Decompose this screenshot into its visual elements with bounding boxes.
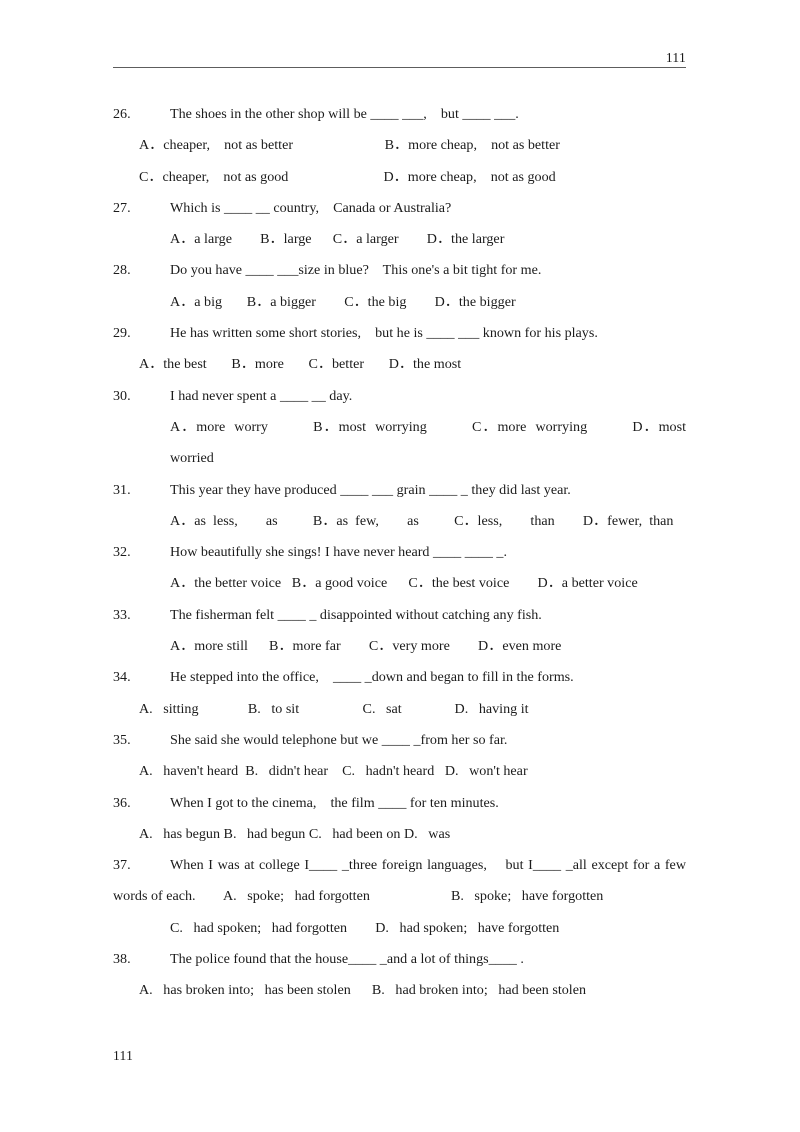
question-number: 31.	[113, 481, 131, 498]
question-stem: 29. He has written some short stories, bu…	[113, 318, 686, 349]
question-stem: 37. When I was at college I____ _three fo…	[113, 850, 686, 913]
question-number: 28.	[113, 262, 131, 279]
footer-page-number: 111	[113, 1048, 134, 1063]
option-row[interactable]: A. has broken into; has been stolen B. h…	[113, 975, 686, 1006]
question-number: 35.	[113, 731, 131, 748]
option-row[interactable]: A．cheaper, not as better B．more cheap, n…	[113, 130, 686, 161]
question-text: She said she would telephone but we ____…	[170, 731, 508, 748]
question-stem: 32. How beautifully she sings! I have nev…	[113, 537, 686, 568]
header-divider	[113, 67, 686, 68]
question-number: 32.	[113, 544, 131, 561]
option-row[interactable]: A．more still B．more far C．very more D．ev…	[113, 631, 686, 662]
question-number: 37.	[113, 857, 131, 874]
question-stem: 35. She said she would telephone but we _…	[113, 725, 686, 756]
document-page: 111 26. The shoes in the other shop will …	[0, 0, 800, 1132]
question-text: When I was at college I____ _three forei…	[113, 857, 690, 905]
question-number: 34.	[113, 669, 131, 686]
option-row[interactable]: A. sitting B. to sit C. sat D. having it	[113, 694, 686, 725]
option-row[interactable]: A．as less, as B．as few, as C．less, than …	[113, 506, 686, 537]
question-number: 36.	[113, 794, 131, 811]
question-stem: 33. The fisherman felt ____ _ disappointe…	[113, 600, 686, 631]
option-row[interactable]: A．a big B．a bigger C．the big D．the bigge…	[113, 287, 686, 318]
page-header: 111	[113, 50, 686, 76]
option-row[interactable]: C. had spoken; had forgotten D. had spok…	[113, 913, 686, 944]
question-stem: 36. When I got to the cinema, the film __…	[113, 788, 686, 819]
question-stem: 28. Do you have ____ ___size in blue? Thi…	[113, 255, 686, 286]
question-list: 26. The shoes in the other shop will be _…	[113, 99, 686, 1007]
question-number: 33.	[113, 606, 131, 623]
question-stem: 26. The shoes in the other shop will be _…	[113, 99, 686, 130]
question-number: 27.	[113, 199, 131, 216]
question-text: How beautifully she sings! I have never …	[170, 544, 507, 561]
question-text: When I got to the cinema, the film ____ …	[170, 794, 499, 811]
question-text: This year they have produced ____ ___ gr…	[170, 481, 571, 498]
question-stem: 38. The police found that the house____ _…	[113, 944, 686, 975]
option-row[interactable]: A．the better voice B．a good voice C．the …	[113, 568, 686, 599]
question-text: The police found that the house____ _and…	[170, 951, 524, 968]
question-text: Do you have ____ ___size in blue? This o…	[170, 262, 542, 279]
option-row[interactable]: A．a large B．large C．a larger D．the large…	[113, 224, 686, 255]
option-row[interactable]: C．cheaper, not as good D．more cheap, not…	[113, 162, 686, 193]
question-text: Which is ____ __ country, Canada or Aust…	[170, 199, 452, 216]
option-row[interactable]: A. has begun B. had begun C. had been on…	[113, 819, 686, 850]
option-row[interactable]: A．more worry B．most worrying C．more worr…	[113, 412, 686, 475]
header-page-number: 111	[665, 50, 686, 65]
question-number: 26.	[113, 106, 131, 122]
question-text: The shoes in the other shop will be ____…	[170, 106, 519, 122]
question-stem: 34. He stepped into the office, ____ _dow…	[113, 662, 686, 693]
question-text: He has written some short stories, but h…	[170, 325, 598, 342]
question-number: 30.	[113, 387, 131, 404]
option-row[interactable]: A．the best B．more C．better D．the most	[113, 349, 686, 380]
question-text: He stepped into the office, ____ _down a…	[170, 669, 574, 686]
question-number: 38.	[113, 951, 131, 968]
question-stem: 30. I had never spent a ____ __ day.	[113, 381, 686, 412]
option-row[interactable]: A. haven't heard B. didn't hear C. hadn'…	[113, 756, 686, 787]
question-stem: 31. This year they have produced ____ ___…	[113, 475, 686, 506]
question-number: 29.	[113, 325, 131, 342]
question-text: I had never spent a ____ __ day.	[170, 387, 353, 404]
question-text: The fisherman felt ____ _ disappointed w…	[170, 606, 542, 623]
question-stem: 27. Which is ____ __ country, Canada or A…	[113, 193, 686, 224]
